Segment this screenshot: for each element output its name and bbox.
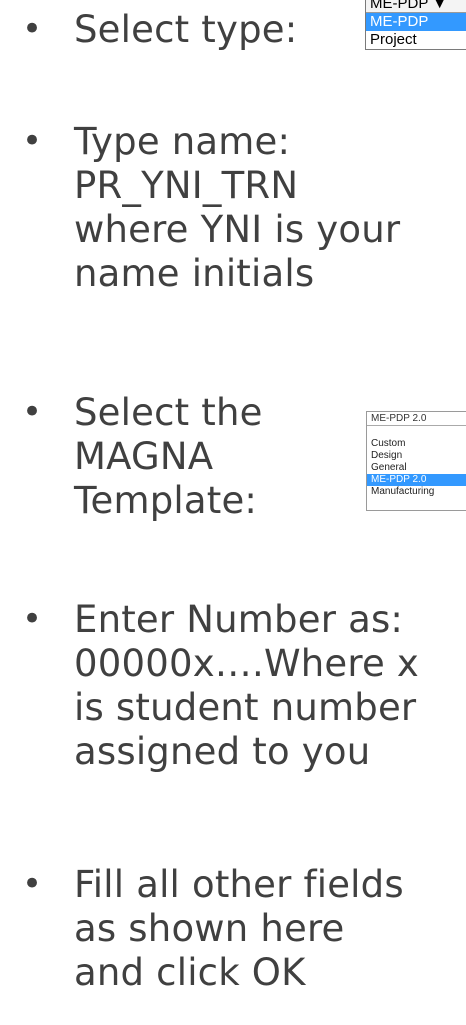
template-option-design[interactable]: Design (367, 450, 466, 462)
instruction-line: name initials (74, 252, 315, 295)
template-option-custom[interactable]: Custom (367, 438, 466, 450)
bullet-2: • (22, 121, 43, 161)
instruction-line: 00000x….Where x (74, 642, 419, 685)
template-dropdown[interactable]: ME-PDP 2.0 Custom Design General ME-PDP … (366, 411, 466, 511)
bullet-1: • (22, 9, 43, 49)
template-dropdown-spacer (367, 426, 466, 438)
template-dropdown-selected[interactable]: ME-PDP 2.0 (367, 412, 466, 426)
bullet-3: • (22, 392, 43, 432)
instruction-line: where YNI is your (74, 208, 401, 251)
instruction-line: and click OK (74, 951, 306, 994)
bullet-4: • (22, 599, 43, 639)
type-dropdown[interactable]: ME-PDP ▼ ME-PDP Project (365, 0, 466, 50)
instruction-line: Select type: (74, 8, 298, 51)
instruction-line: Template: (74, 479, 258, 522)
type-dropdown-selected[interactable]: ME-PDP ▼ (366, 0, 466, 13)
instruction-line: Select the (74, 391, 263, 434)
instruction-line: assigned to you (74, 730, 371, 773)
type-option-project[interactable]: Project (366, 31, 466, 49)
instruction-line: Fill all other fields (74, 863, 404, 906)
instruction-line: Enter Number as: (74, 598, 404, 641)
instruction-line: MAGNA (74, 435, 214, 478)
instruction-line: PR_YNI_TRN (74, 164, 299, 207)
type-option-me-pdp[interactable]: ME-PDP (366, 13, 466, 31)
template-option-manufacturing[interactable]: Manufacturing (367, 486, 466, 498)
instruction-line: Type name: (74, 120, 291, 163)
template-option-me-pdp-2-0[interactable]: ME-PDP 2.0 (367, 474, 466, 486)
instruction-line: as shown here (74, 907, 345, 950)
template-option-general[interactable]: General (367, 462, 466, 474)
bullet-5: • (22, 864, 43, 904)
instruction-line: is student number (74, 686, 417, 729)
